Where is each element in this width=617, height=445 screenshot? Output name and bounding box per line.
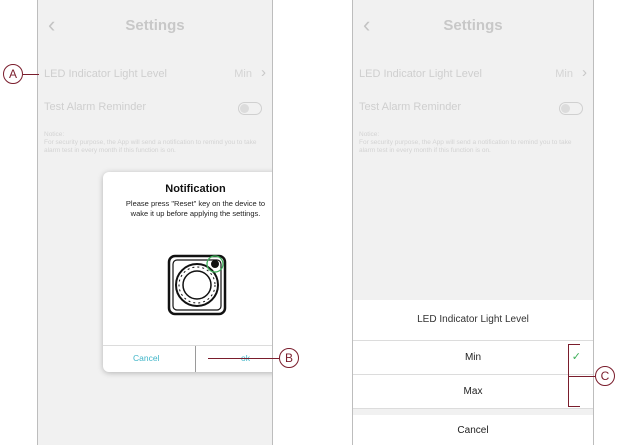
page-title: Settings (125, 17, 185, 34)
checkmark-icon: ✓ (571, 351, 581, 363)
toggle-knob (561, 104, 570, 113)
test-alarm-toggle[interactable] (238, 102, 262, 115)
right-phone-screen: ‹ Settings LED Indicator Light Level Min… (352, 0, 594, 445)
callout-a: A (3, 64, 23, 84)
callout-a-leader (23, 74, 39, 75)
device-reset-illustration-icon (167, 254, 227, 316)
led-indicator-label: LED Indicator Light Level (359, 68, 482, 80)
test-alarm-label: Test Alarm Reminder (44, 101, 147, 113)
led-level-bottom-sheet: LED Indicator Light Level Min ✓ Max Canc… (353, 300, 593, 445)
notice-text: Notice: For security purpose, the App wi… (44, 131, 257, 154)
callout-c-leader (569, 376, 595, 377)
dialog-title: Notification (165, 183, 226, 195)
left-phone-screen: ‹ Settings LED Indicator Light Level Min… (37, 0, 273, 445)
option-min[interactable]: Min ✓ (353, 341, 593, 375)
test-alarm-label: Test Alarm Reminder (359, 101, 462, 113)
option-max[interactable]: Max (353, 375, 593, 409)
test-alarm-row: Test Alarm Reminder (38, 91, 272, 124)
callout-c-bracket-bottom (568, 406, 580, 407)
test-alarm-row: Test Alarm Reminder (353, 91, 593, 124)
nav-bar: ‹ Settings (353, 0, 593, 52)
notice-text: Notice: For security purpose, the App wi… (359, 131, 572, 154)
nav-bar: ‹ Settings (38, 0, 272, 52)
led-indicator-row[interactable]: LED Indicator Light Level Min › (38, 58, 272, 91)
dialog-cancel-button[interactable]: Cancel (133, 353, 159, 363)
led-indicator-label: LED Indicator Light Level (44, 68, 167, 80)
toggle-knob (240, 104, 249, 113)
callout-b-leader (208, 358, 279, 359)
dialog-message: Please press "Reset" key on the device t… (125, 199, 266, 218)
led-indicator-row[interactable]: LED Indicator Light Level Min › (353, 58, 593, 91)
sheet-cancel-button[interactable]: Cancel (353, 416, 593, 445)
led-indicator-value: Min (555, 68, 573, 80)
chevron-right-icon: › (582, 64, 587, 81)
callout-c-bracket-top (568, 344, 580, 345)
page-title: Settings (443, 17, 503, 34)
option-max-label: Max (463, 386, 483, 397)
callout-b: B (279, 348, 299, 368)
sheet-gap (353, 409, 593, 415)
test-alarm-toggle[interactable] (559, 102, 583, 115)
led-indicator-value: Min (234, 68, 252, 80)
dialog-divider (195, 346, 196, 372)
option-min-label: Min (464, 352, 482, 363)
callout-c-bracket (568, 344, 569, 406)
callout-c: C (595, 366, 615, 386)
notification-dialog: Notification Please press "Reset" key on… (103, 172, 272, 372)
sheet-title: LED Indicator Light Level (353, 300, 593, 341)
chevron-right-icon: › (261, 64, 266, 81)
